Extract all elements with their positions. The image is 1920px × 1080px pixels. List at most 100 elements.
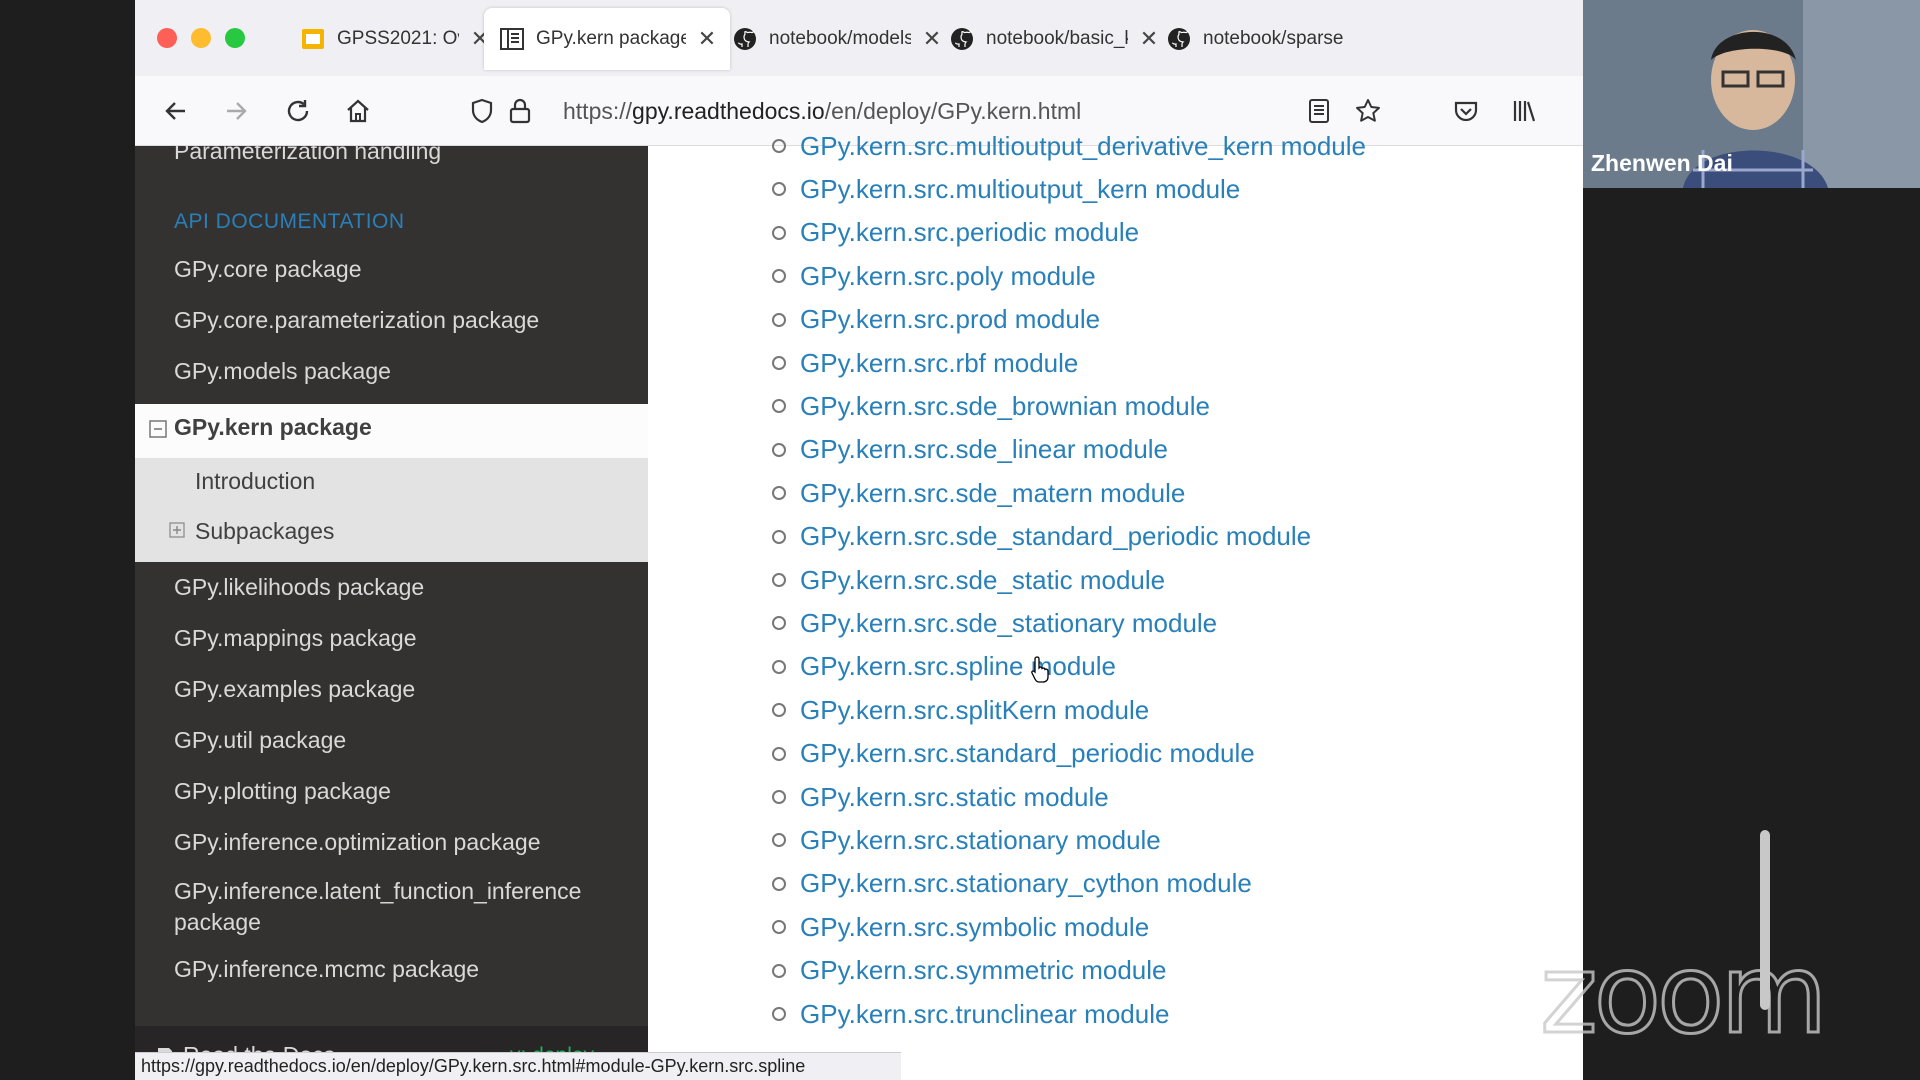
bullet-icon [772,1007,786,1021]
module-link[interactable]: GPy.kern.src.sde_linear module [800,434,1168,465]
tab-title: GPSS2021: Overv [337,28,459,49]
module-link[interactable]: GPy.kern.src.periodic module [800,217,1139,248]
bullet-icon [772,703,786,718]
sidebar-item[interactable]: GPy.util package [174,727,346,754]
module-link[interactable]: GPy.kern.src.multioutput_kern module [800,174,1240,205]
module-link[interactable]: GPy.kern.src.sde_standard_periodic modul… [800,521,1311,552]
collapse-icon[interactable] [149,420,167,438]
hand-cursor-icon [1031,656,1049,683]
main-content: GPy.kern.src.multioutput_derivative_kern… [648,131,1583,1080]
browser-tab[interactable]: notebook/basic_k ✕ [934,8,1172,70]
docs-sidebar: Parameterization handling API DOCUMENTAT… [135,146,648,1080]
sidebar-item[interactable]: GPy.core.parameterization package [174,307,539,334]
forward-button[interactable] [219,94,253,128]
module-link[interactable]: GPy.kern.src.symmetric module [800,955,1166,986]
module-list-item: GPy.kern.src.multioutput_kern module [772,171,1240,207]
tab-title: GPy.kern package [536,28,686,49]
bullet-icon [772,790,786,804]
module-list-item: GPy.kern.src.splitKern module [772,692,1149,728]
module-link[interactable]: GPy.kern.src.static module [800,782,1109,813]
url-path: /en/deploy/GPy.kern.html [824,97,1082,124]
reader-view-button[interactable] [1302,94,1336,128]
module-link[interactable]: GPy.kern.src.sde_brownian module [800,391,1210,422]
module-link[interactable]: GPy.kern.src.sde_matern module [800,478,1185,509]
sidebar-item[interactable]: GPy.likelihoods package [174,574,424,601]
module-link[interactable]: GPy.kern.src.stationary_cython module [800,868,1252,899]
bullet-icon [772,746,786,761]
pocket-button[interactable] [1449,94,1483,128]
module-link[interactable]: GPy.kern.src.prod module [800,304,1100,335]
back-button[interactable] [159,94,193,128]
sidebar-subsection: Introduction Subpackages [135,458,648,562]
bullet-icon [772,616,786,631]
sidebar-caption: API DOCUMENTATION [174,210,405,233]
module-list-item: GPy.kern.src.rbf module [772,345,1078,381]
sidebar-item-mcmc[interactable]: GPy.inference.mcmc package [174,956,479,983]
bullet-icon [772,269,786,284]
library-button[interactable] [1507,94,1541,128]
tab-title: notebook/sparse [1203,28,1344,49]
module-list-item: GPy.kern.src.spline module [772,649,1116,685]
sidebar-item[interactable]: GPy.plotting package [174,778,391,805]
sidebar-item-current[interactable]: GPy.kern package [135,404,648,458]
document-icon [500,27,524,51]
webcam-overlay: Zhenwen Dai [1583,0,1920,188]
minimize-window-button[interactable] [191,28,211,48]
sidebar-item[interactable]: GPy.mappings package [174,625,417,652]
module-list-item: GPy.kern.src.poly module [772,258,1096,294]
close-window-button[interactable] [157,28,177,48]
module-link[interactable]: GPy.kern.src.spline module [800,651,1116,682]
tab-title: notebook/basic_k [986,28,1128,49]
sidebar-item-latent-function-inference[interactable]: GPy.inference.latent_function_inference … [174,876,581,938]
bullet-icon [772,920,786,935]
module-list-item: GPy.kern.src.prod module [772,302,1100,338]
home-button[interactable] [341,94,375,128]
module-link[interactable]: GPy.kern.src.sde_static module [800,565,1165,596]
star-icon [1356,99,1380,122]
expand-icon[interactable] [169,522,185,538]
sidebar-item[interactable]: GPy.core package [174,256,362,283]
module-list-item: GPy.kern.src.stationary module [772,822,1161,858]
site-security-button[interactable] [503,94,537,128]
sidebar-item-introduction[interactable]: Introduction [195,468,315,495]
bullet-icon [772,399,786,414]
module-link[interactable]: GPy.kern.src.stationary module [800,825,1161,856]
status-bar-url: https://gpy.readthedocs.io/en/deploy/GPy… [135,1052,901,1080]
close-icon[interactable]: ✕ [696,26,718,52]
module-link[interactable]: GPy.kern.src.multioutput_derivative_kern… [800,131,1366,162]
maximize-window-button[interactable] [225,28,245,48]
reload-button[interactable] [281,94,315,128]
bullet-icon [772,659,786,674]
bullet-icon [772,356,786,370]
sidebar-item[interactable]: GPy.models package [174,358,391,385]
bullet-icon [772,963,786,978]
bookmark-button[interactable] [1351,94,1385,128]
browser-tab[interactable]: GPy.kern package ✕ [484,8,730,70]
browser-tab[interactable]: GPSS2021: Overv✕ [285,8,503,70]
module-list-item: GPy.kern.src.sde_linear module [772,432,1168,468]
tracking-protection-button[interactable] [465,94,499,128]
url-domain: gpy.readthedocs.io [632,97,825,124]
sidebar-item[interactable]: GPy.inference.optimization package [174,829,541,856]
pocket-icon [1454,101,1478,122]
forward-arrow-icon [227,102,247,120]
module-link[interactable]: GPy.kern.src.sde_stationary module [800,608,1217,639]
tab-bar: GPSS2021: Overv✕GPy.kern package✕noteboo… [135,0,1583,76]
module-link[interactable]: GPy.kern.src.standard_periodic module [800,738,1255,769]
module-link[interactable]: GPy.kern.src.splitKern module [800,695,1149,726]
module-list-item: GPy.kern.src.sde_stationary module [772,605,1217,641]
sidebar-item-subpackages[interactable]: Subpackages [195,518,334,545]
sidebar-item[interactable]: GPy.examples package [174,676,415,703]
module-link[interactable]: GPy.kern.src.symbolic module [800,912,1149,943]
browser-tab[interactable]: notebook/sparse [1151,8,1399,70]
sidebar-item-parameterization-handling[interactable]: Parameterization handling [174,146,441,165]
address-bar[interactable]: https://gpy.readthedocs.io/en/deploy/GPy… [563,90,1081,132]
browser-tab[interactable]: notebook/models_ ✕ [717,8,955,70]
sidebar-current-label: GPy.kern package [174,414,372,440]
module-link[interactable]: GPy.kern.src.poly module [800,261,1096,292]
module-link[interactable]: GPy.kern.src.trunclinear module [800,999,1169,1030]
module-list-item: GPy.kern.src.sde_standard_periodic modul… [772,519,1311,555]
bullet-icon [772,876,786,891]
bullet-icon [772,529,786,544]
module-link[interactable]: GPy.kern.src.rbf module [800,348,1078,379]
